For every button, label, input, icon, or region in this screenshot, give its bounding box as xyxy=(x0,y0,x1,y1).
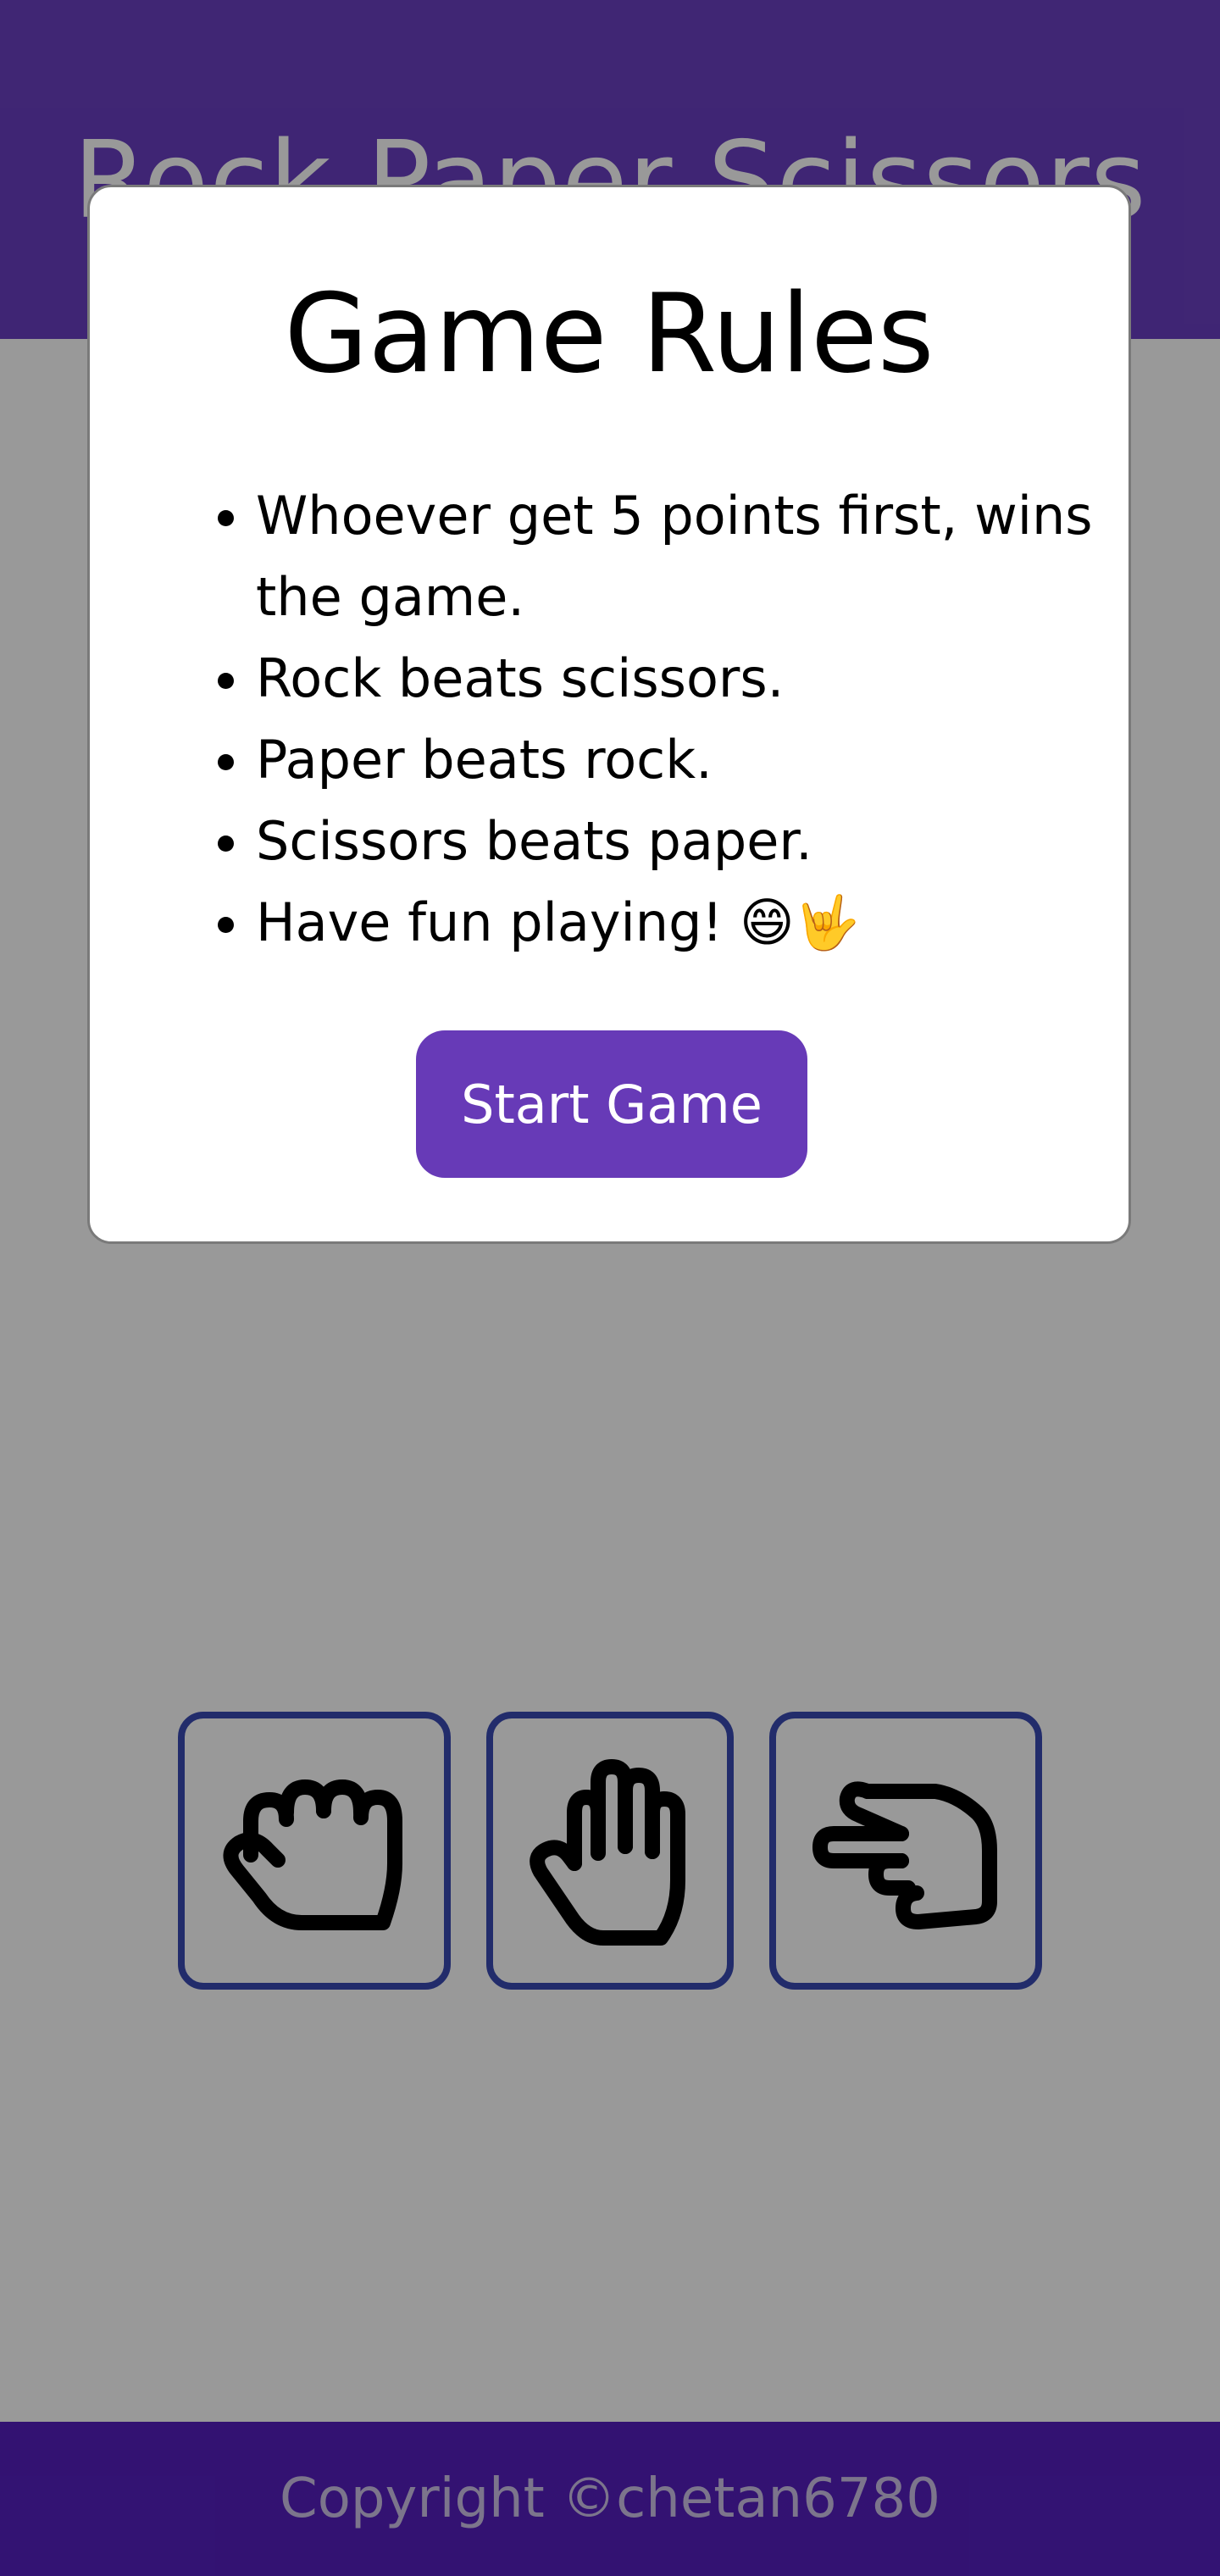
page: Rock Paper Scissors Copyright ©chetan678… xyxy=(0,0,1220,2576)
rules-modal: Game Rules Whoever get 5 points first, w… xyxy=(87,185,1131,1244)
rule-item: Paper beats rock. xyxy=(256,719,1103,801)
rule-item: Rock beats scissors. xyxy=(256,638,1103,719)
rule-item: Have fun playing! 😄🤟 xyxy=(256,882,1103,963)
rule-item: Scissors beats paper. xyxy=(256,801,1103,882)
start-game-button[interactable]: Start Game xyxy=(416,1030,807,1178)
rule-item: Whoever get 5 points first, wins the gam… xyxy=(256,475,1103,638)
modal-title: Game Rules xyxy=(284,271,934,397)
rules-list: Whoever get 5 points first, wins the gam… xyxy=(208,475,1103,963)
